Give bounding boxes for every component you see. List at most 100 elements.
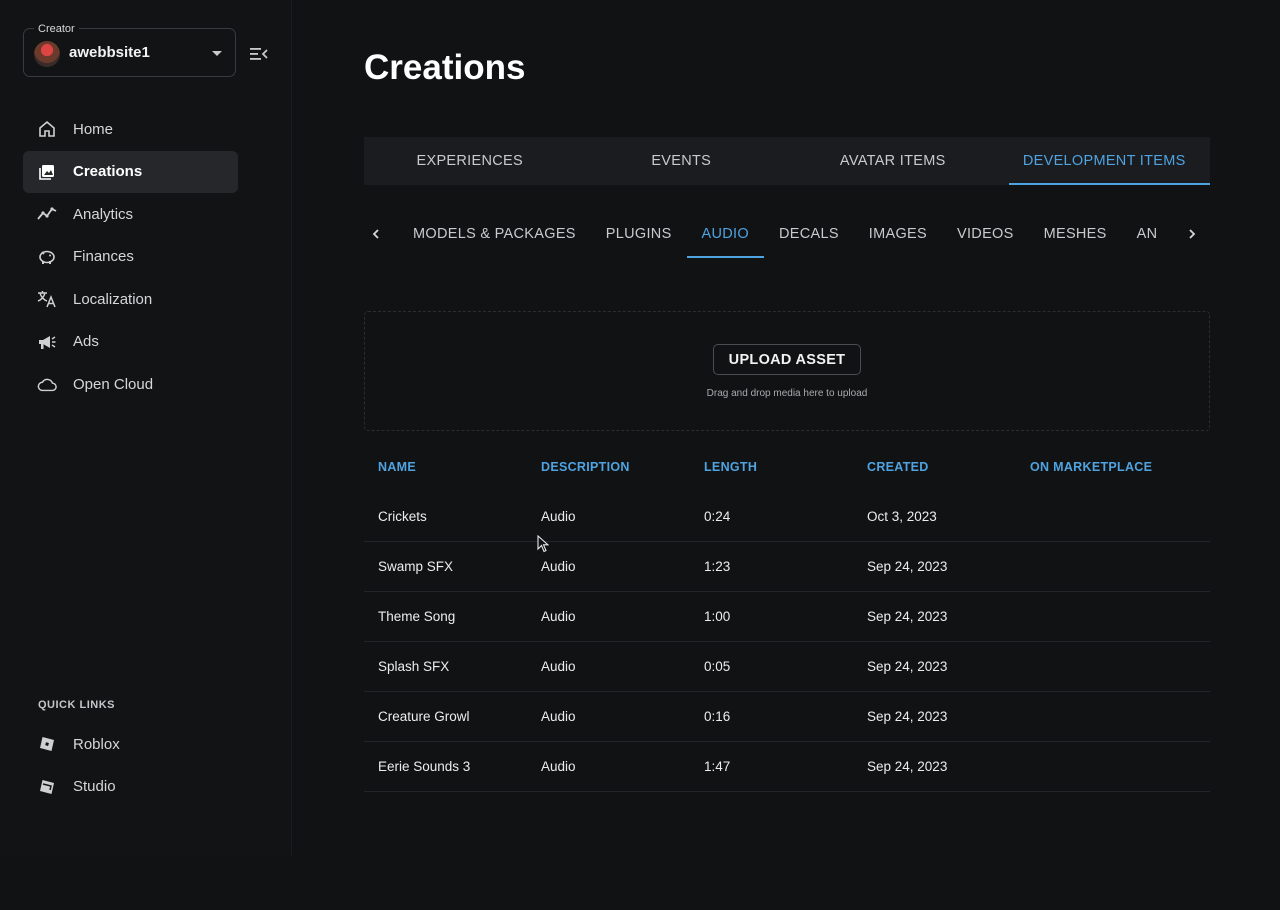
sidebar-item-label: Ads <box>73 333 99 351</box>
subtab-meshes[interactable]: MESHES <box>1029 210 1122 258</box>
cloud-icon <box>37 375 57 395</box>
cell-created: Sep 24, 2023 <box>853 591 1016 642</box>
cell-length: 0:05 <box>690 641 853 692</box>
sidebar-item-label: Finances <box>73 248 134 266</box>
column-header-length[interactable]: LENGTH <box>690 442 853 492</box>
column-header-description[interactable]: DESCRIPTION <box>527 442 690 492</box>
column-header-on-marketplace[interactable]: ON MARKETPLACE <box>1016 442 1210 492</box>
creator-name: awebbsite1 <box>69 44 150 61</box>
subtab-truncated[interactable]: AN <box>1122 210 1173 258</box>
sidebar-item-label: Studio <box>73 778 116 796</box>
table-header-row: NAME DESCRIPTION LENGTH CREATED ON MARKE… <box>364 442 1210 492</box>
sidebar-item-label: Roblox <box>73 735 120 753</box>
cell-description: Audio <box>527 492 690 542</box>
cell-name: Splash SFX <box>364 641 527 692</box>
subtab-videos[interactable]: VIDEOS <box>942 210 1029 258</box>
sidebar-item-analytics[interactable]: Analytics <box>23 193 238 235</box>
chevron-down-icon <box>212 51 222 56</box>
subtab-images[interactable]: IMAGES <box>854 210 942 258</box>
creator-selector[interactable]: Creator awebbsite1 <box>23 23 236 77</box>
table-row[interactable]: Crickets Audio 0:24 Oct 3, 2023 <box>364 492 1210 542</box>
creations-icon <box>37 162 57 182</box>
cell-created: Sep 24, 2023 <box>853 691 1016 742</box>
home-icon <box>37 119 57 139</box>
table-row[interactable]: Splash SFX Audio 0:05 Sep 24, 2023 <box>364 641 1210 692</box>
quick-link-studio[interactable]: Studio <box>23 766 238 808</box>
sidebar-item-label: Analytics <box>73 205 134 223</box>
column-header-created[interactable]: CREATED <box>853 442 1016 492</box>
cell-length: 1:47 <box>690 741 853 792</box>
table-row[interactable]: Creature Growl Audio 0:16 Sep 24, 2023 <box>364 691 1210 742</box>
sidebar-item-label: Home <box>73 120 114 138</box>
sidebar-item-open-cloud[interactable]: Open Cloud <box>23 364 238 406</box>
chevron-left-icon[interactable] <box>368 226 384 242</box>
quick-links-title: QUICK LINKS <box>38 699 115 711</box>
column-header-name[interactable]: NAME <box>364 442 527 492</box>
cell-description: Audio <box>527 591 690 642</box>
sidebar-item-localization[interactable]: Localization <box>23 278 238 320</box>
translate-icon <box>37 289 57 309</box>
assets-table: NAME DESCRIPTION LENGTH CREATED ON MARKE… <box>364 442 1210 792</box>
sidebar-item-home[interactable]: Home <box>23 108 238 150</box>
cell-on-marketplace <box>1016 641 1210 692</box>
cell-on-marketplace <box>1016 591 1210 642</box>
sub-tab-track: MODELS & PACKAGES PLUGINS AUDIO DECALS I… <box>398 210 1188 258</box>
tab-experiences[interactable]: EXPERIENCES <box>364 137 576 185</box>
upload-dropzone[interactable]: UPLOAD ASSET Drag and drop media here to… <box>364 311 1210 431</box>
upload-hint: Drag and drop media here to upload <box>706 388 868 399</box>
cell-length: 0:24 <box>690 492 853 542</box>
sidebar: Creator awebbsite1 Home Creations Analyt… <box>0 0 292 855</box>
sidebar-item-finances[interactable]: Finances <box>23 236 238 278</box>
cell-created: Sep 24, 2023 <box>853 641 1016 692</box>
cell-on-marketplace <box>1016 492 1210 542</box>
creator-legend: Creator <box>34 23 79 35</box>
collapse-sidebar-icon[interactable] <box>249 46 269 62</box>
cell-name: Theme Song <box>364 591 527 642</box>
tab-development-items[interactable]: DEVELOPMENT ITEMS <box>999 137 1211 185</box>
cell-created: Oct 3, 2023 <box>853 492 1016 542</box>
cell-length: 1:23 <box>690 541 853 592</box>
cell-on-marketplace <box>1016 741 1210 792</box>
cell-description: Audio <box>527 741 690 792</box>
upload-asset-button[interactable]: UPLOAD ASSET <box>713 344 861 375</box>
cell-name: Creature Growl <box>364 691 527 742</box>
megaphone-icon <box>37 332 57 352</box>
roblox-studio-icon <box>37 777 57 797</box>
mouse-cursor-icon <box>537 535 549 553</box>
sidebar-nav: Home Creations Analytics Finances Locali… <box>23 108 238 406</box>
subtab-models-packages[interactable]: MODELS & PACKAGES <box>398 210 591 258</box>
cell-name: Eerie Sounds 3 <box>364 741 527 792</box>
sub-tabs: MODELS & PACKAGES PLUGINS AUDIO DECALS I… <box>364 210 1210 258</box>
roblox-logo-icon <box>37 734 57 754</box>
sidebar-item-label: Localization <box>73 290 153 308</box>
table-row[interactable]: Swamp SFX Audio 1:23 Sep 24, 2023 <box>364 541 1210 592</box>
chevron-right-icon[interactable] <box>1184 226 1200 242</box>
table-row[interactable]: Theme Song Audio 1:00 Sep 24, 2023 <box>364 591 1210 642</box>
table-row[interactable]: Eerie Sounds 3 Audio 1:47 Sep 24, 2023 <box>364 741 1210 792</box>
tab-avatar-items[interactable]: AVATAR ITEMS <box>787 137 999 185</box>
cell-created: Sep 24, 2023 <box>853 541 1016 592</box>
tab-events[interactable]: EVENTS <box>576 137 788 185</box>
quick-link-roblox[interactable]: Roblox <box>23 723 238 765</box>
page-title: Creations <box>364 48 526 87</box>
cell-name: Crickets <box>364 492 527 542</box>
sidebar-item-ads[interactable]: Ads <box>23 321 238 363</box>
cell-length: 1:00 <box>690 591 853 642</box>
subtab-decals[interactable]: DECALS <box>764 210 854 258</box>
cell-on-marketplace <box>1016 541 1210 592</box>
subtab-audio[interactable]: AUDIO <box>686 210 765 258</box>
subtab-plugins[interactable]: PLUGINS <box>591 210 687 258</box>
cell-description: Audio <box>527 691 690 742</box>
analytics-icon <box>37 204 57 224</box>
avatar <box>34 41 60 67</box>
cell-description: Audio <box>527 541 690 592</box>
cell-length: 0:16 <box>690 691 853 742</box>
cell-on-marketplace <box>1016 691 1210 742</box>
sidebar-item-creations[interactable]: Creations <box>23 150 238 193</box>
quick-links: Roblox Studio <box>23 723 238 808</box>
cell-name: Swamp SFX <box>364 541 527 592</box>
sidebar-item-label: Open Cloud <box>73 376 154 394</box>
piggy-bank-icon <box>37 247 57 267</box>
top-tabs: EXPERIENCES EVENTS AVATAR ITEMS DEVELOPM… <box>364 137 1210 185</box>
cell-created: Sep 24, 2023 <box>853 741 1016 792</box>
